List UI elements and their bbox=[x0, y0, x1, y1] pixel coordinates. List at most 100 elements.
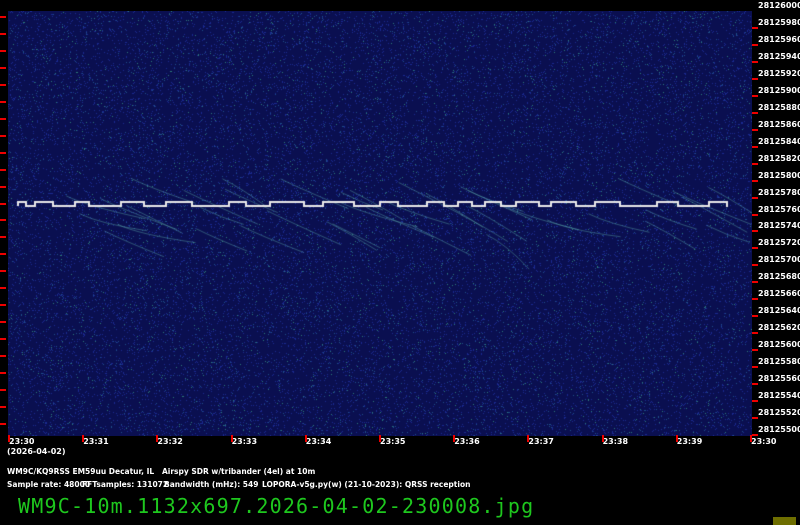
frequency-label: 28126000 bbox=[758, 1, 800, 10]
frequency-tick-right bbox=[752, 145, 758, 148]
software-info: LOPORA-v5g.py(w) (21-10-2023): QRSS rece… bbox=[262, 480, 471, 489]
frequency-tick-left bbox=[0, 372, 6, 375]
time-tick bbox=[156, 435, 159, 442]
frequency-label: 28125560 bbox=[758, 374, 800, 384]
frequency-tick-right bbox=[752, 162, 758, 165]
frequency-tick-right bbox=[752, 196, 758, 199]
time-tick bbox=[230, 435, 233, 442]
frequency-tick-left bbox=[0, 304, 6, 307]
frequency-label: 28125840 bbox=[758, 136, 800, 146]
frequency-tick-left bbox=[0, 270, 6, 273]
frequency-tick-left bbox=[0, 338, 6, 341]
frequency-label: 28125860 bbox=[758, 119, 800, 129]
frequency-label: 28125700 bbox=[758, 255, 800, 265]
station-info: WM9C/KQ9RSS EM59uu Decatur, IL Airspy SD… bbox=[7, 467, 316, 476]
frequency-label: 28125600 bbox=[758, 340, 800, 350]
frequency-tick-right bbox=[752, 230, 758, 233]
frequency-tick-left bbox=[0, 406, 6, 409]
time-tick bbox=[675, 435, 678, 442]
frequency-tick-left bbox=[0, 287, 6, 290]
frequency-label: 28125500 bbox=[758, 425, 800, 434]
bandwidth: Bandwidth (mHz): 549 bbox=[164, 480, 259, 489]
frequency-label: 28125620 bbox=[758, 323, 800, 333]
frequency-label: 28125580 bbox=[758, 357, 800, 367]
frequency-tick-right bbox=[752, 77, 758, 80]
frequency-tick-left bbox=[0, 423, 6, 425]
time-label: 23:33 bbox=[231, 437, 258, 446]
frequency-tick-left bbox=[0, 389, 6, 392]
time-tick bbox=[453, 435, 456, 442]
frequency-label: 28125660 bbox=[758, 289, 800, 299]
frequency-tick-left bbox=[0, 151, 6, 154]
frequency-tick-right bbox=[752, 383, 758, 386]
frequency-label: 28125960 bbox=[758, 34, 800, 44]
frequency-tick-right bbox=[752, 366, 758, 369]
frequency-label: 28125740 bbox=[758, 221, 800, 231]
frequency-tick-left bbox=[0, 202, 6, 205]
corner-badge bbox=[773, 517, 796, 525]
frequency-label: 28125760 bbox=[758, 204, 800, 214]
frequency-tick-left bbox=[0, 49, 6, 52]
frequency-tick-right bbox=[752, 128, 758, 131]
filename-title: WM9C-10m.1132x697.2026-04-02-230008.jpg bbox=[18, 494, 535, 518]
time-label: 23:34 bbox=[305, 437, 332, 446]
frequency-tick-left bbox=[0, 219, 6, 222]
time-tick bbox=[304, 435, 307, 442]
time-tick bbox=[379, 435, 381, 442]
time-tick bbox=[8, 435, 10, 442]
frequency-tick-left bbox=[0, 15, 6, 18]
time-tick bbox=[750, 435, 752, 442]
frequency-tick-left bbox=[0, 168, 6, 171]
frequency-tick-right bbox=[752, 26, 758, 29]
frequency-tick-left bbox=[0, 355, 6, 358]
time-tick bbox=[82, 435, 85, 442]
frequency-tick-left bbox=[0, 321, 6, 324]
frequency-tick-right bbox=[752, 247, 758, 250]
date-label: (2026-04-02) bbox=[7, 447, 66, 456]
sample-rate: Sample rate: 48000 bbox=[7, 480, 91, 489]
frequency-label: 28125540 bbox=[758, 391, 800, 401]
frequency-label: 28125720 bbox=[758, 238, 800, 248]
fft-samples: FFTsamples: 131072 bbox=[82, 480, 169, 489]
frequency-tick-right bbox=[752, 264, 758, 267]
frequency-tick-left bbox=[0, 253, 6, 256]
frequency-label: 28125640 bbox=[758, 306, 800, 316]
frequency-tick-left bbox=[0, 66, 6, 69]
frequency-tick-right bbox=[752, 349, 758, 352]
frequency-tick-right bbox=[752, 213, 758, 216]
time-label: 23:38 bbox=[602, 437, 629, 446]
time-label: 23:35 bbox=[380, 437, 406, 446]
frequency-tick-right bbox=[752, 281, 758, 284]
frequency-tick-right bbox=[752, 400, 758, 403]
time-tick bbox=[601, 435, 604, 442]
waterfall-spectrogram bbox=[8, 11, 752, 436]
frequency-tick-right bbox=[752, 434, 758, 436]
frequency-tick-left bbox=[0, 100, 6, 103]
frequency-tick-left bbox=[0, 185, 6, 188]
frequency-tick-left bbox=[0, 236, 6, 239]
frequency-label: 28125900 bbox=[758, 85, 800, 95]
frequency-label: 28125680 bbox=[758, 272, 800, 282]
frequency-label: 28125980 bbox=[758, 17, 800, 27]
frequency-tick-right bbox=[752, 94, 758, 97]
time-label: 23:37 bbox=[528, 437, 554, 446]
frequency-tick-right bbox=[752, 332, 758, 335]
frequency-label: 28125780 bbox=[758, 187, 800, 197]
frequency-tick-left bbox=[0, 83, 6, 86]
frequency-tick-left bbox=[0, 32, 6, 35]
frequency-tick-right bbox=[752, 111, 758, 114]
frequency-label: 28125800 bbox=[758, 170, 800, 180]
frequency-tick-right bbox=[752, 315, 758, 318]
frequency-tick-left bbox=[0, 134, 6, 137]
frequency-label: 28125940 bbox=[758, 51, 800, 61]
frequency-tick-right bbox=[752, 179, 758, 182]
time-label: 23:30 bbox=[9, 437, 35, 446]
time-label: 23:32 bbox=[157, 437, 183, 446]
frequency-label: 28125920 bbox=[758, 68, 800, 78]
frequency-label: 28125880 bbox=[758, 102, 800, 112]
time-label: 23:30 bbox=[751, 437, 777, 446]
frequency-tick-right bbox=[752, 60, 758, 63]
time-tick bbox=[527, 435, 530, 442]
frequency-tick-right bbox=[752, 417, 758, 420]
frequency-tick-right bbox=[752, 43, 758, 46]
